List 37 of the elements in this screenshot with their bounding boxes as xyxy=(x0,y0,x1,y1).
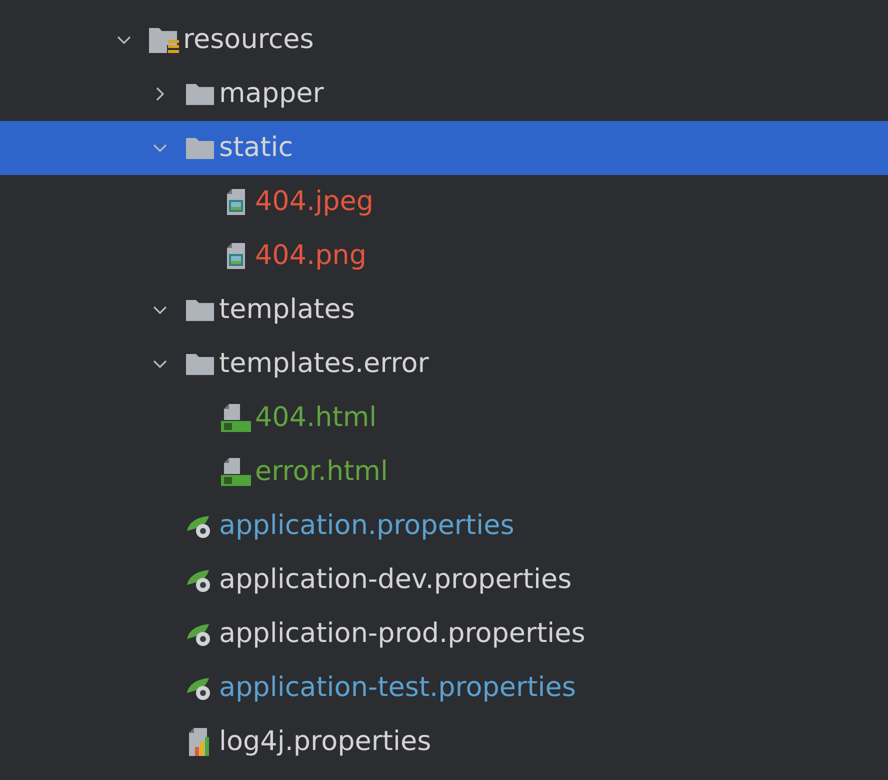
resource-folder-icon xyxy=(148,26,180,54)
file-name: log4j.properties xyxy=(219,724,432,759)
file-name: templates xyxy=(219,292,355,327)
folder-icon xyxy=(185,82,215,106)
folder-icon xyxy=(185,136,215,160)
html-file-icon xyxy=(220,403,252,433)
image-file-icon xyxy=(225,242,247,270)
tree-row[interactable]: log4j.properties xyxy=(0,715,888,769)
file-name: application.properties xyxy=(219,508,514,543)
tree-row[interactable]: application-dev.properties xyxy=(0,553,888,607)
tree-row[interactable]: templates xyxy=(0,283,888,337)
file-name: 404.png xyxy=(255,238,367,273)
file-name: 404.html xyxy=(255,400,377,435)
file-name: application-dev.properties xyxy=(219,562,572,597)
image-file-icon xyxy=(225,188,247,216)
file-name: application-prod.properties xyxy=(219,616,586,651)
file-name: static xyxy=(219,130,294,165)
tree-row[interactable]: 404.html xyxy=(0,391,888,445)
file-name: 404.jpeg xyxy=(255,184,374,219)
folder-icon xyxy=(185,298,215,322)
file-name: resources xyxy=(183,22,314,57)
file-name: mapper xyxy=(219,76,324,111)
tree-row[interactable]: application.properties xyxy=(0,499,888,553)
tree-row[interactable]: resources xyxy=(0,13,888,67)
tree-row[interactable]: error.html xyxy=(0,445,888,499)
tree-row[interactable]: application-prod.properties xyxy=(0,607,888,661)
tree-row[interactable]: static xyxy=(0,121,888,175)
html-file-icon xyxy=(220,457,252,487)
folder-icon xyxy=(185,352,215,376)
tree-row[interactable]: 404.jpeg xyxy=(0,175,888,229)
tree-row[interactable]: application-test.properties xyxy=(0,661,888,715)
file-name: templates.error xyxy=(219,346,429,381)
tree-row[interactable]: 404.png xyxy=(0,229,888,283)
file-name: error.html xyxy=(255,454,388,489)
tree-row[interactable]: templates.error xyxy=(0,337,888,391)
tree-row[interactable]: mapper xyxy=(0,67,888,121)
file-name: application-test.properties xyxy=(219,670,576,705)
